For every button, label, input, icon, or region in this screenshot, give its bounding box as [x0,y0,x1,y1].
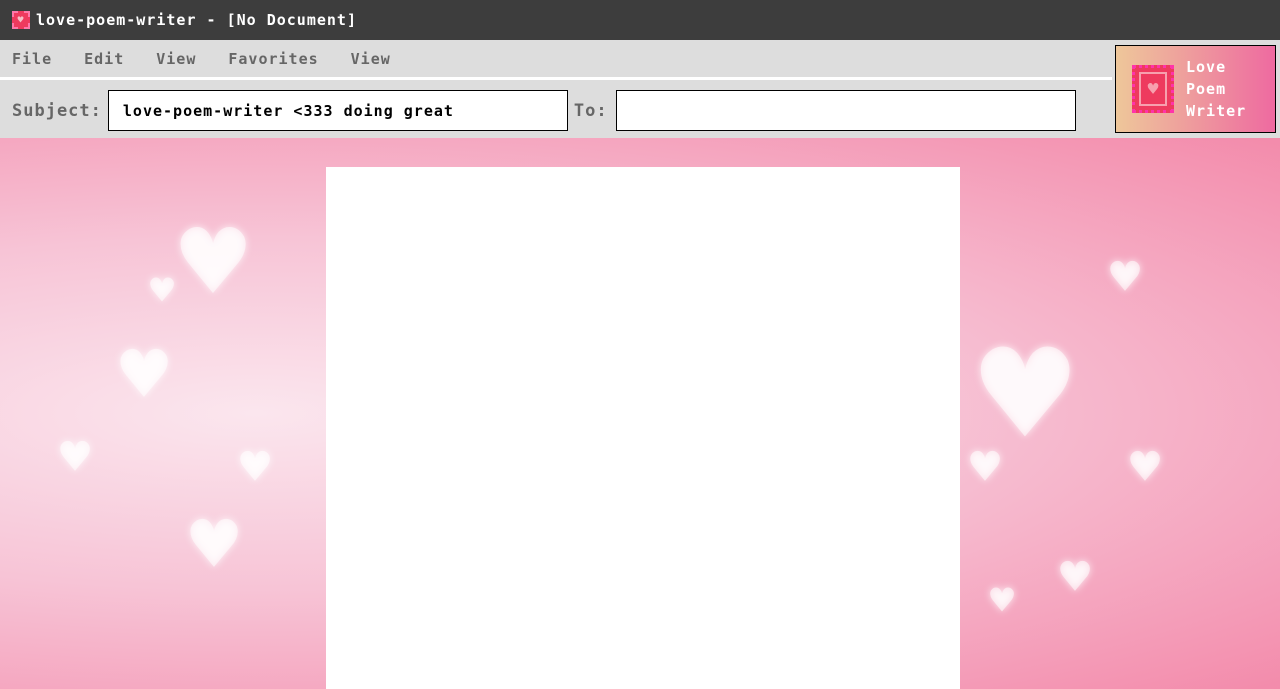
menu-view-2[interactable]: View [351,50,391,68]
heart-icon: ♥ [150,268,175,314]
menu-edit[interactable]: Edit [84,50,124,68]
menu-file[interactable]: File [12,50,52,68]
menu-view[interactable]: View [156,50,196,68]
to-input[interactable] [615,90,1076,131]
heart-icon: ♥ [180,198,247,326]
to-label: To: [573,100,608,121]
heart-icon: ♥ [120,328,169,421]
heart-icon: ♥ [1060,548,1091,606]
logo-line-1: Love [1186,58,1227,76]
logo-line-2: Poem [1186,80,1227,98]
heart-icon: ♥ [970,438,1001,496]
app-stamp-icon: ♥ [12,11,30,29]
subject-input[interactable] [107,90,568,131]
heart-icon: ♥ [990,578,1015,624]
window-title: love-poem-writer - [No Document] [36,11,357,29]
stamp-heart-icon: ♥ [1132,65,1174,113]
heart-icon: ♥ [60,428,91,486]
heart-icon: ♥ [190,498,239,591]
heart-icon: ♥ [240,438,271,496]
heart-icon: ♥ [1130,438,1161,496]
title-bar: ♥ love-poem-writer - [No Document] [0,0,1280,40]
heart-icon: ♥ [1110,248,1141,306]
header-fields: Subject: To: [0,83,1112,138]
subject-label: Subject: [12,100,102,121]
menu-favorites[interactable]: Favorites [228,50,318,68]
document-page[interactable] [326,167,960,689]
logo-line-3: Writer [1186,102,1247,120]
menu-bar: File Edit View Favorites View [0,40,1112,80]
app-logo: ♥ Love Poem Writer [1115,45,1276,133]
